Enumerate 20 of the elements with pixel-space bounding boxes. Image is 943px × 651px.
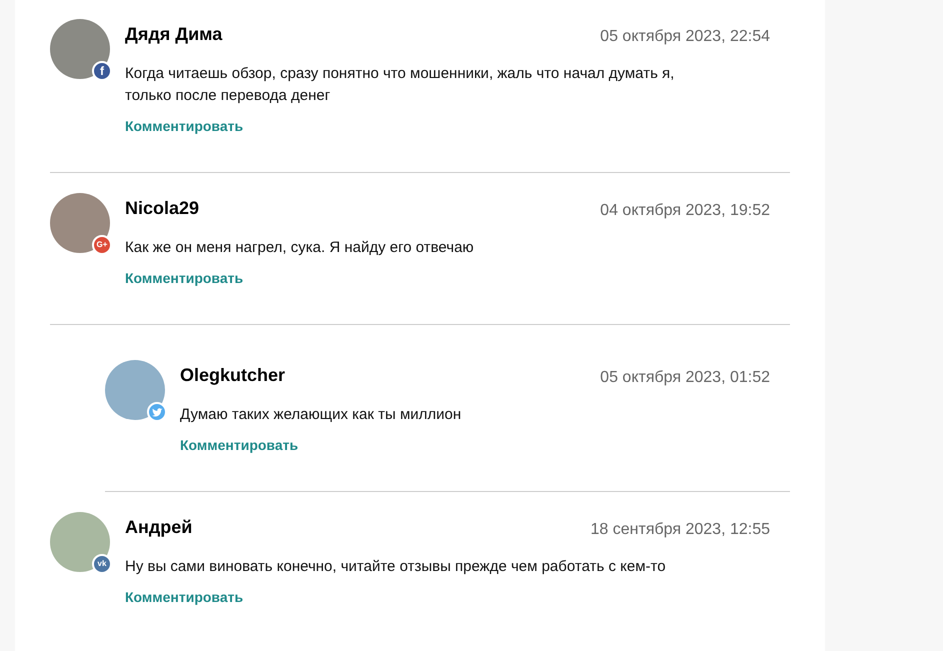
comment-link[interactable]: Комментировать bbox=[125, 117, 244, 135]
network-badge: vk bbox=[92, 554, 112, 574]
comment-link[interactable]: Комментировать bbox=[125, 269, 244, 287]
comment-date: 04 октября 2023, 19:52 bbox=[600, 201, 770, 221]
network-badge: G+ bbox=[92, 235, 112, 255]
comment-text: Ну вы сами виновать конечно, читайте отзывы прежде чем работать с кем-то bbox=[125, 557, 667, 577]
comment-date: 05 октября 2023, 22:54 bbox=[600, 27, 770, 47]
comment-link[interactable]: Комментировать bbox=[125, 588, 244, 606]
network-badge: f bbox=[92, 61, 112, 81]
comment-text: Когда читаешь обзор, сразу понятно что мошенники, жаль что начал думать я, только после перевода денег bbox=[125, 64, 676, 106]
author-name: Nicola29 bbox=[125, 197, 200, 219]
comment-date: 05 октября 2023, 01:52 bbox=[600, 368, 770, 388]
author-name: Дядя Дима bbox=[125, 23, 222, 45]
comment-date: 18 сентября 2023, 12:55 bbox=[590, 520, 770, 540]
author-name: Андрей bbox=[125, 516, 192, 538]
bird-icon bbox=[147, 402, 167, 422]
author-name: Olegkutcher bbox=[180, 364, 286, 386]
comment-text: Как же он меня нагрел, сука. Я найду его отвечаю bbox=[125, 238, 475, 258]
comment-link[interactable]: Комментировать bbox=[180, 436, 298, 454]
comment-text: Думаю таких желающих как ты миллион bbox=[180, 405, 462, 425]
